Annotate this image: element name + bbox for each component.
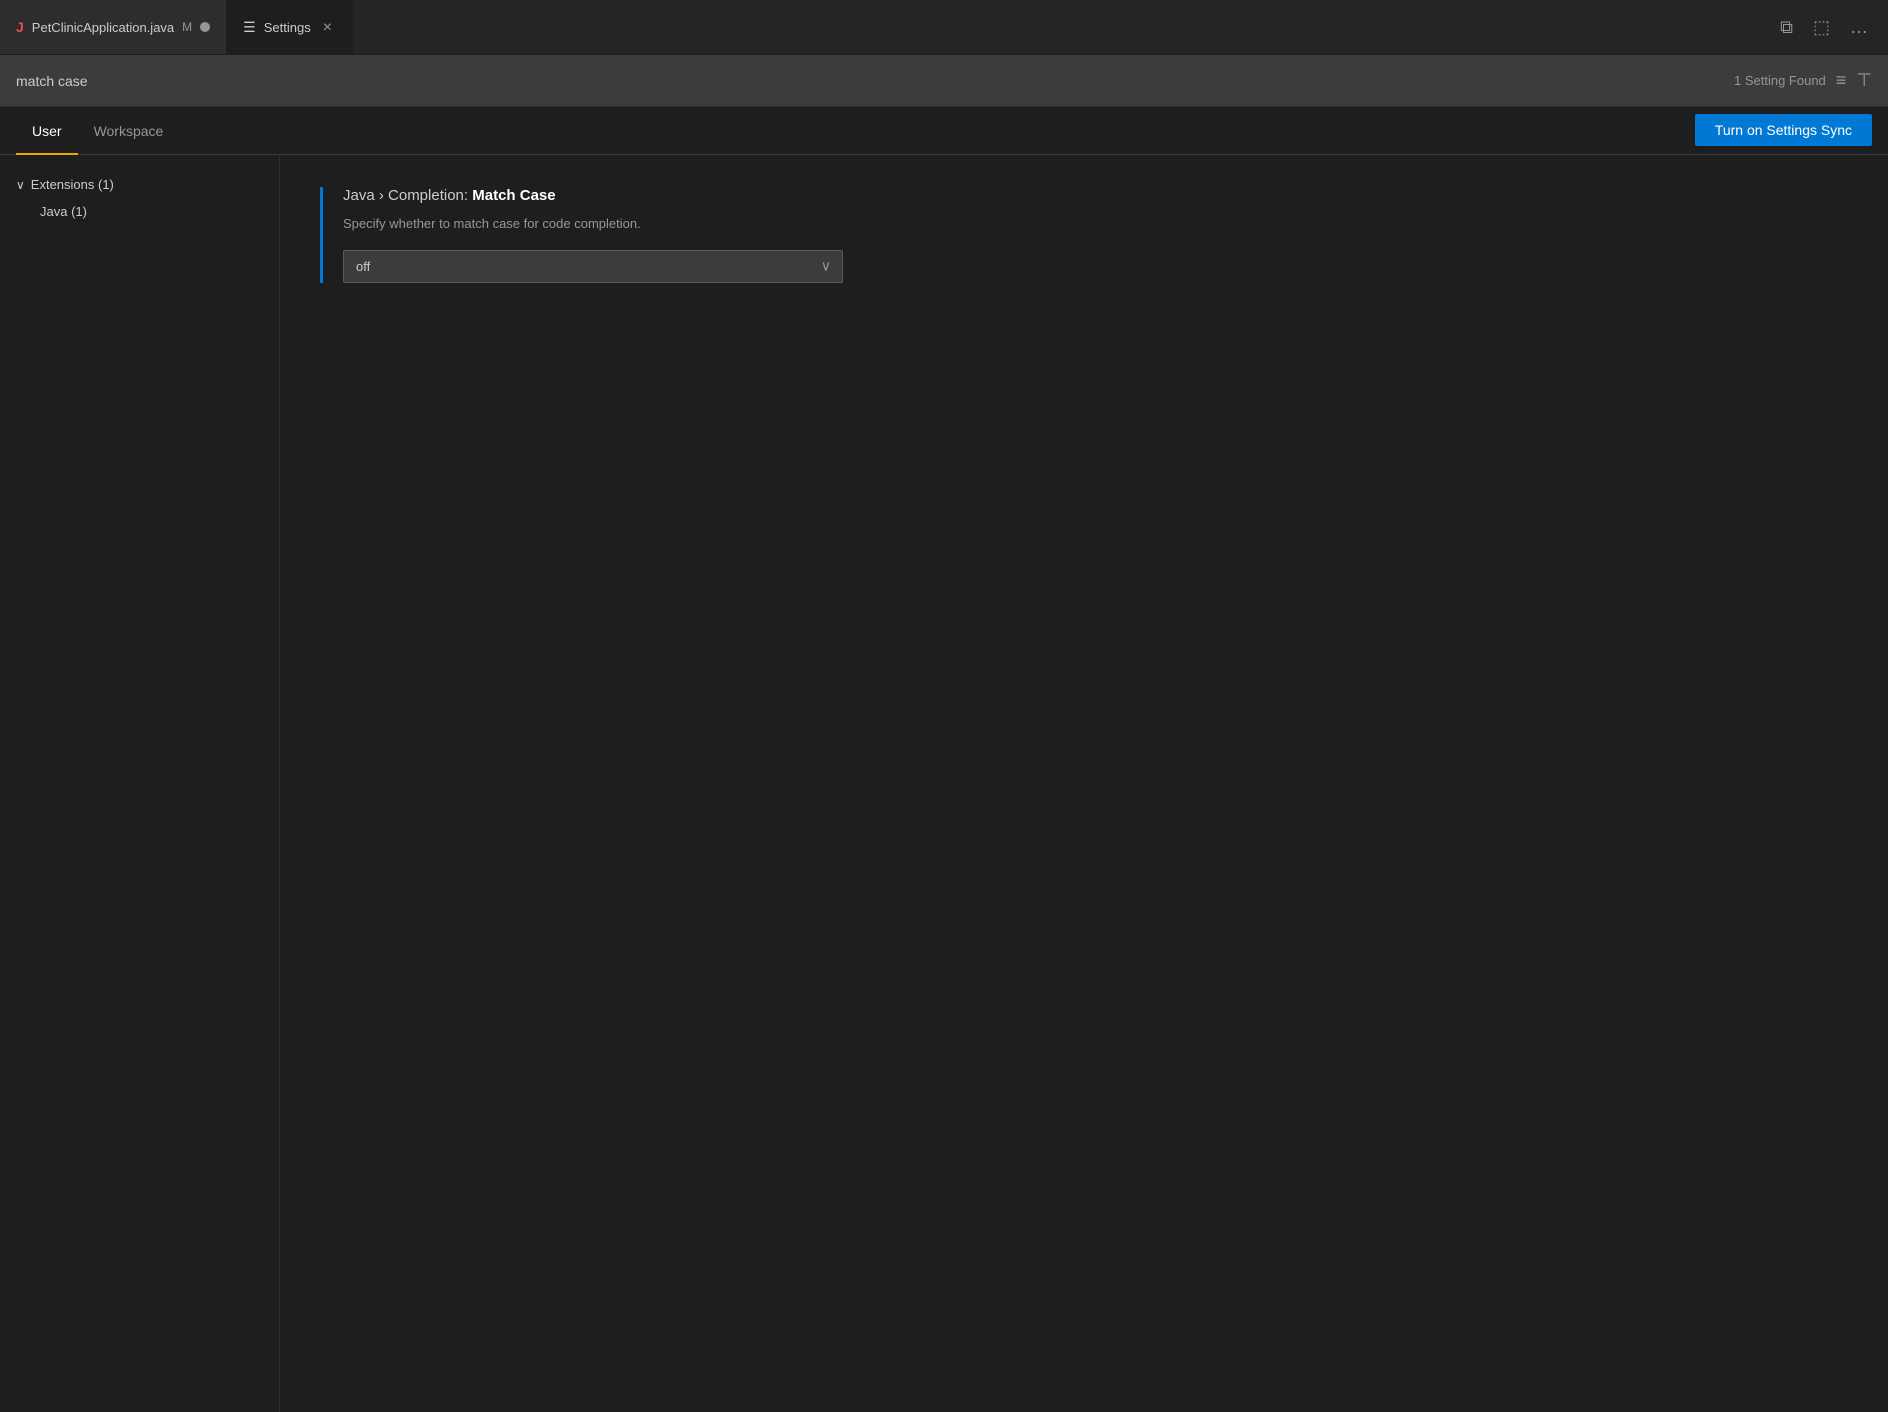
setting-title-bold: Match Case [472, 187, 555, 204]
search-result-info: 1 Setting Found ≡ ⊤ [1734, 70, 1872, 91]
java-icon: J [16, 19, 24, 35]
setting-select-wrapper: off on firstLetter ∨ [343, 250, 843, 283]
tab-settings[interactable]: ☰ Settings × [227, 0, 353, 54]
search-bar: 1 Setting Found ≡ ⊤ [0, 55, 1888, 107]
setting-title: Java › Completion: Match Case [343, 187, 1848, 204]
tab-user[interactable]: User [16, 108, 78, 155]
tab-bar: J PetClinicApplication.java M ☰ Settings… [0, 0, 1888, 55]
sync-button[interactable]: Turn on Settings Sync [1695, 114, 1872, 146]
result-count-text: 1 Setting Found [1734, 73, 1826, 88]
tab-workspace[interactable]: Workspace [78, 108, 180, 155]
sidebar-item-extensions[interactable]: ∨ Extensions (1) [0, 171, 279, 198]
toggle-layout-icon[interactable]: ⬚ [1809, 13, 1834, 42]
setting-breadcrumb: Java › Completion: [343, 187, 468, 204]
split-editor-icon[interactable]: ⧉ [1776, 13, 1797, 42]
main-content: ∨ Extensions (1) Java (1) Java › Complet… [0, 155, 1888, 1412]
settings-tabs-row: User Workspace Turn on Settings Sync [0, 107, 1888, 155]
match-case-select[interactable]: off on firstLetter [343, 250, 843, 283]
content-area: Java › Completion: Match Case Specify wh… [280, 155, 1888, 1412]
java-tab-label: PetClinicApplication.java [32, 20, 174, 35]
tab-user-label: User [32, 123, 62, 139]
settings-tab-label: Settings [264, 20, 311, 35]
chevron-down-icon: ∨ [16, 178, 25, 192]
sidebar: ∨ Extensions (1) Java (1) [0, 155, 280, 1412]
tab-bar-right: ⧉ ⬚ … [1776, 13, 1888, 42]
tab-java-file[interactable]: J PetClinicApplication.java M [0, 0, 227, 54]
java-tab-modifier: M [182, 20, 192, 34]
sidebar-extensions-section: ∨ Extensions (1) Java (1) [0, 171, 279, 225]
clear-filter-icon[interactable]: ≡ [1836, 70, 1847, 91]
more-actions-icon[interactable]: … [1846, 13, 1872, 42]
java-tab-modified-dot [200, 22, 210, 32]
settings-tab-close[interactable]: × [319, 17, 336, 39]
tab-bar-left: J PetClinicApplication.java M ☰ Settings… [0, 0, 353, 54]
sidebar-extensions-label: Extensions (1) [31, 177, 114, 192]
settings-tab-icon: ☰ [243, 19, 256, 36]
filter-icon[interactable]: ⊤ [1856, 70, 1872, 91]
sidebar-java-label: Java (1) [40, 204, 87, 219]
tab-workspace-label: Workspace [94, 123, 164, 139]
search-input[interactable] [16, 55, 1734, 106]
sidebar-item-java[interactable]: Java (1) [0, 198, 279, 225]
setting-description: Specify whether to match case for code c… [343, 214, 1848, 234]
settings-tabs-left: User Workspace [16, 107, 179, 154]
setting-section-match-case: Java › Completion: Match Case Specify wh… [320, 187, 1848, 283]
